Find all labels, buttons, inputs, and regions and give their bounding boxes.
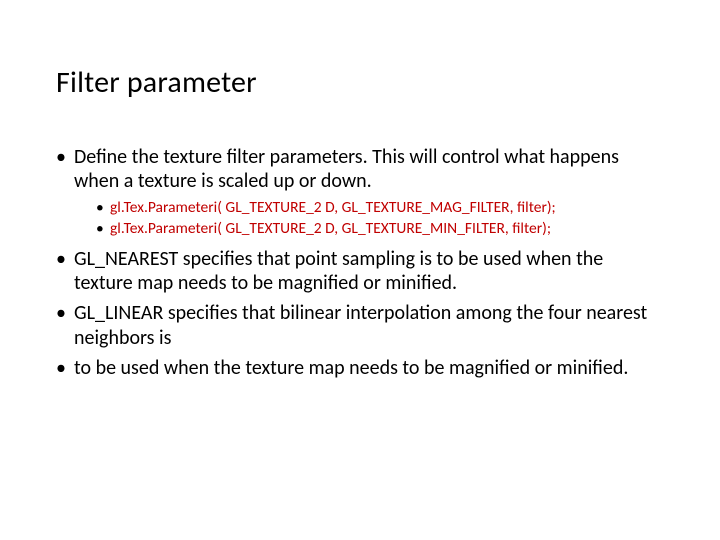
sub-bullet-item: gl.Tex.Parameteri( GL_TEXTURE_2 D, GL_TE… [96, 198, 664, 217]
code-text: gl.Tex.Parameteri( GL_TEXTURE_2 D, GL_TE… [110, 198, 556, 217]
sub-bullet-item: gl.Tex.Parameteri( GL_TEXTURE_2 D, GL_TE… [96, 219, 664, 238]
bullet-item: to be used when the texture map needs to… [56, 356, 664, 380]
bullet-item: GL_LINEAR specifies that bilinear interp… [56, 301, 664, 350]
bullet-text: Define the texture filter parameters. Th… [74, 145, 619, 193]
bullet-list: Define the texture filter parameters. Th… [56, 145, 664, 380]
bullet-item: GL_NEAREST specifies that point sampling… [56, 247, 664, 296]
slide: Filter parameter Define the texture filt… [0, 0, 720, 540]
bullet-item: Define the texture filter parameters. Th… [56, 145, 664, 239]
bullet-text: GL_LINEAR specifies that bilinear interp… [74, 301, 647, 349]
slide-title: Filter parameter [56, 64, 664, 101]
sub-bullet-list: gl.Tex.Parameteri( GL_TEXTURE_2 D, GL_TE… [74, 198, 664, 239]
bullet-text: to be used when the texture map needs to… [74, 356, 628, 380]
code-text: gl.Tex.Parameteri( GL_TEXTURE_2 D, GL_TE… [110, 219, 551, 238]
bullet-text: GL_NEAREST specifies that point sampling… [74, 247, 603, 295]
